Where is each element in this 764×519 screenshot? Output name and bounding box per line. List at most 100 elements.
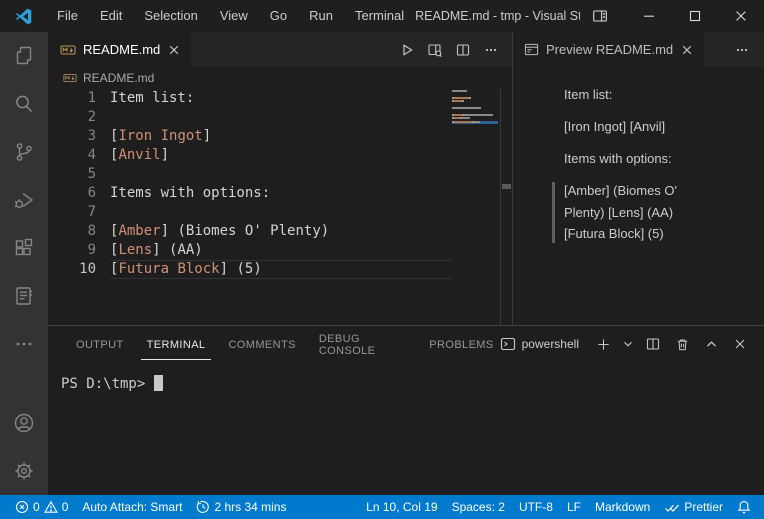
editor[interactable]: 1 Item list: 2 3 [Iron Ingot] 4 [Anvil] 5 6 Items…	[48, 89, 512, 325]
session-time-label: 2 hrs 34 mins	[214, 500, 287, 514]
breadcrumb[interactable]: README.md	[48, 67, 512, 89]
code-line[interactable]: 2	[48, 108, 512, 127]
terminal-shell-selector[interactable]: powershell	[500, 336, 579, 352]
line-number: 9	[87, 242, 96, 258]
menu-go[interactable]: Go	[259, 0, 298, 32]
line-number: 8	[87, 223, 96, 239]
more-actions-icon[interactable]	[480, 39, 502, 61]
maximize-panel-icon[interactable]	[700, 333, 722, 355]
tab-label: README.md	[83, 42, 161, 57]
search-icon[interactable]	[0, 80, 48, 128]
panel-tab-debug-console[interactable]: DEBUG CONSOLE	[313, 322, 412, 366]
formatter-label: Prettier	[684, 500, 723, 514]
source-control-icon[interactable]	[0, 128, 48, 176]
menu-bar: File Edit Selection View Go Run Terminal	[46, 0, 415, 32]
panel-tab-terminal[interactable]: TERMINAL	[140, 328, 212, 360]
minimap-line	[452, 93, 498, 95]
tab-close-icon[interactable]	[167, 43, 181, 57]
menu-run[interactable]: Run	[298, 0, 344, 32]
markdown-preview[interactable]: Item list: [Iron Ingot] [Anvil] Items wi…	[513, 67, 764, 255]
auto-attach-status[interactable]: Auto Attach: Smart	[75, 495, 189, 519]
encoding-status[interactable]: UTF-8	[512, 495, 560, 519]
tab-preview-readme[interactable]: Preview README.md	[513, 32, 705, 67]
activity-bar	[0, 32, 48, 495]
split-terminal-icon[interactable]	[642, 333, 664, 355]
code-text: Item list:	[110, 90, 195, 106]
code-line[interactable]: 7	[48, 203, 512, 222]
notifications-status[interactable]	[730, 495, 758, 519]
minimap[interactable]	[452, 90, 498, 125]
code-line[interactable]: 9 [Lens] (AA)	[48, 241, 512, 260]
notebook-icon[interactable]	[0, 272, 48, 320]
line-number: 5	[87, 166, 96, 182]
panel-tabs: OUTPUT TERMINAL COMMENTS DEBUG CONSOLE P…	[70, 326, 500, 362]
code-line[interactable]: 3 [Iron Ingot]	[48, 127, 512, 146]
line-number: 1	[87, 90, 96, 106]
menu-file[interactable]: File	[46, 0, 89, 32]
minimap-line	[452, 120, 498, 124]
indentation-label: Spaces: 2	[451, 500, 505, 514]
error-count: 0	[33, 500, 40, 514]
menu-edit[interactable]: Edit	[89, 0, 133, 32]
markdown-icon	[63, 71, 77, 85]
code-line[interactable]: 6 Items with options:	[48, 184, 512, 203]
extensions-icon[interactable]	[0, 224, 48, 272]
more-icon[interactable]	[0, 320, 48, 368]
layout-icon[interactable]	[580, 0, 620, 32]
code-line[interactable]: 5	[48, 165, 512, 184]
minimap-line	[452, 117, 498, 120]
language-label: Markdown	[594, 500, 651, 514]
formatter-status[interactable]: Prettier	[657, 495, 730, 519]
language-status[interactable]: Markdown	[588, 495, 657, 519]
run-icon[interactable]	[396, 39, 418, 61]
run-debug-icon[interactable]	[0, 176, 48, 224]
code-line[interactable]: 8 [Amber] (Biomes O' Plenty)	[48, 222, 512, 241]
shell-label: powershell	[521, 337, 579, 351]
history-icon	[197, 500, 210, 513]
eol-label: LF	[566, 500, 581, 514]
minimap-line	[452, 96, 498, 99]
maximize-icon[interactable]	[672, 0, 718, 32]
statusbar-left: 0 0 Auto Attach: Smart 2 hrs 34 mins	[8, 495, 293, 519]
cursor-position-status[interactable]: Ln 10, Col 19	[359, 495, 444, 519]
chevron-down-icon[interactable]	[621, 333, 635, 355]
more-actions-icon[interactable]	[734, 32, 764, 67]
warning-icon	[43, 500, 58, 513]
terminal[interactable]: PS D:\tmp>	[48, 362, 764, 392]
settings-gear-icon[interactable]	[0, 447, 48, 495]
account-icon[interactable]	[0, 399, 48, 447]
preview-paragraph: Item list:	[564, 87, 613, 102]
kill-terminal-icon[interactable]	[671, 333, 693, 355]
panel-tab-output[interactable]: OUTPUT	[70, 328, 130, 360]
menu-selection[interactable]: Selection	[133, 0, 208, 32]
eol-status[interactable]: LF	[560, 495, 588, 519]
new-terminal-icon[interactable]	[592, 333, 614, 355]
preview-paragraph: Items with options:	[564, 151, 672, 166]
menu-terminal[interactable]: Terminal	[344, 0, 415, 32]
panel: OUTPUT TERMINAL COMMENTS DEBUG CONSOLE P…	[48, 325, 764, 495]
tab-close-icon[interactable]	[680, 43, 694, 57]
minimize-icon[interactable]	[626, 0, 672, 32]
close-panel-icon[interactable]	[729, 333, 751, 355]
problems-status[interactable]: 0 0	[8, 495, 75, 519]
minimap-line	[452, 106, 498, 109]
line-number: 3	[87, 128, 96, 144]
code-line[interactable]: 10 [Futura Block] (5)	[48, 260, 512, 279]
panel-tab-comments[interactable]: COMMENTS	[222, 328, 301, 360]
panel-tab-problems[interactable]: PROBLEMS	[423, 328, 499, 360]
preview-paragraph: [Iron Ingot] [Anvil]	[564, 119, 666, 134]
indentation-status[interactable]: Spaces: 2	[445, 495, 512, 519]
code-line[interactable]: 4 [Anvil]	[48, 146, 512, 165]
editor-scrollbar[interactable]	[500, 89, 512, 325]
explorer-icon[interactable]	[0, 32, 48, 80]
close-icon[interactable]	[718, 0, 764, 32]
tab-readme[interactable]: README.md	[48, 32, 192, 67]
session-time-status[interactable]: 2 hrs 34 mins	[189, 495, 293, 519]
code-line[interactable]: 1 Item list:	[48, 89, 512, 108]
split-editor-icon[interactable]	[452, 39, 474, 61]
open-preview-side-icon[interactable]	[424, 39, 446, 61]
menu-view[interactable]: View	[209, 0, 259, 32]
preview-tab-bar: Preview README.md	[513, 32, 764, 67]
